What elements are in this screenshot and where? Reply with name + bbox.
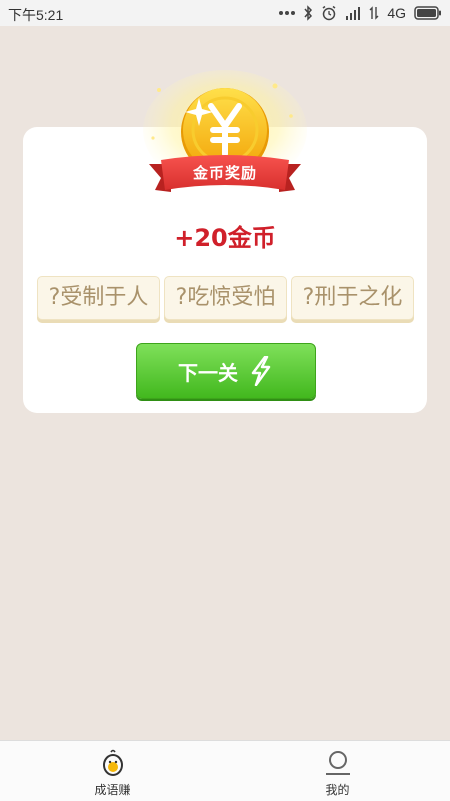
- data-transfer-icon: [369, 6, 379, 20]
- network-type: 4G: [387, 5, 406, 21]
- nav-label-chengyu: 成语赚: [94, 783, 131, 797]
- idiom-tile[interactable]: ?刑于之化: [291, 276, 414, 320]
- alarm-icon: [321, 5, 337, 21]
- bluetooth-icon: [303, 5, 313, 21]
- more-dots-icon: [279, 10, 296, 16]
- gold-coin-icon: [143, 70, 307, 192]
- nav-item-mine[interactable]: 我的: [225, 741, 450, 801]
- idiom-tile[interactable]: ?受制于人: [37, 276, 160, 320]
- battery-icon: [414, 6, 442, 20]
- idiom-list: ?受制于人 ?吃惊受怕 ?刑于之化: [37, 276, 415, 321]
- status-icons: 4G: [279, 3, 442, 23]
- signal-icon: [345, 6, 361, 20]
- ribbon-label: 金币奖励: [192, 164, 257, 182]
- lightning-icon: [248, 356, 274, 386]
- bottom-nav: 成语赚 我的: [0, 740, 450, 801]
- status-bar: 下午5:21 4G: [0, 0, 450, 26]
- nav-item-chengyu[interactable]: 成语赚: [0, 741, 225, 801]
- person-icon: [225, 749, 450, 777]
- status-time: 下午5:21: [8, 7, 64, 23]
- nav-label-mine: 我的: [325, 783, 350, 797]
- next-level-label: 下一关: [178, 360, 238, 385]
- coin-reward-emblem: 金币奖励: [125, 68, 325, 218]
- next-level-button[interactable]: 下一关: [136, 343, 316, 399]
- chick-icon: [0, 749, 225, 777]
- reward-amount: +20金币: [174, 224, 276, 252]
- idiom-tile[interactable]: ?吃惊受怕: [164, 276, 287, 320]
